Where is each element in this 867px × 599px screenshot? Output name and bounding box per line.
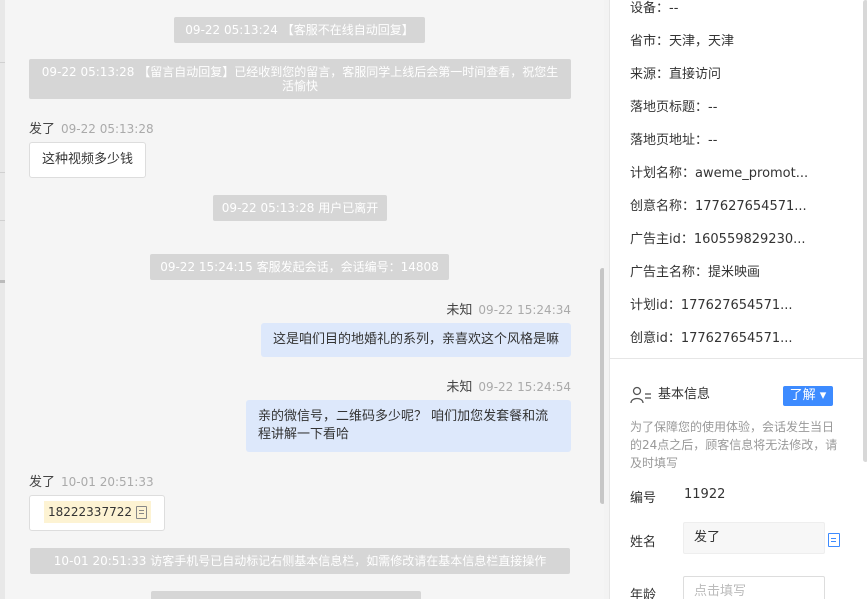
copy-icon[interactable] (135, 506, 147, 519)
age-input[interactable]: 点击填写 (683, 576, 825, 599)
system-message-phone-marked: 10-01 20:51:33 访客手机号已自动标记右侧基本信息栏，如需修改请在基… (30, 548, 570, 574)
system-message-session-start: 09-22 15:24:15 客服发起会话，会话编号：14808 (150, 254, 449, 280)
phone-number-text: 18222337722 (48, 505, 132, 519)
sender-name: 发了 (29, 122, 56, 137)
outgoing-message-bubble: 这是咱们目的地婚礼的系列，亲喜欢这个风格是嘛 (261, 323, 571, 357)
customer-info-panel: 设备：-- 省市：天津，天津 来源：直接访问 落地页标题：-- 落地页地址：--… (609, 0, 867, 599)
incoming-message-bubble: 这种视频多少钱 (29, 142, 147, 178)
edit-notice: 为了保障您的使用体验，会话发生当日的24点之后，顾客信息将无法修改，请及时填写 (630, 420, 838, 470)
info-landing-title: 落地页标题：-- (630, 100, 718, 115)
message-time: 10-01 20:51:33 (61, 475, 154, 489)
panel-scrollbar[interactable] (863, 0, 867, 462)
phone-number[interactable]: 18222337722 (44, 501, 151, 523)
system-message-auto-reply: 09-22 05:13:28 【留言自动回复】已经收到您的留言，客服同学上线后会… (29, 59, 571, 99)
system-message-partial (151, 591, 421, 599)
info-plan-id: 计划id：177627654571... (630, 298, 793, 313)
basic-info-header: 基本信息 (630, 384, 710, 406)
copy-document-icon[interactable] (828, 533, 840, 547)
info-province-city: 省市：天津，天津 (630, 34, 735, 49)
chat-scrollbar[interactable] (600, 268, 604, 504)
name-label: 姓名 (630, 535, 657, 550)
info-advertiser-name: 广告主名称：提米映画 (630, 265, 761, 280)
basic-info-title: 基本信息 (658, 387, 711, 402)
id-label: 编号 (630, 491, 657, 506)
info-creative-id: 创意id：177627654571... (630, 331, 793, 346)
learn-more-button[interactable]: 了解 ▾ (783, 386, 833, 406)
name-field[interactable]: 发了 (683, 522, 825, 554)
person-list-icon (630, 386, 651, 403)
chat-panel: 09-22 05:13:24 【客服不在线自动回复】 09-22 05:13:2… (5, 0, 604, 599)
outgoing-message-bubble: 亲的微信号，二维码多少呢？ 咱们加您发套餐和流程讲解一下看哈 (246, 400, 571, 452)
sender-name: 未知 (446, 380, 473, 395)
info-landing-url: 落地页地址：-- (630, 133, 718, 148)
info-creative-name: 创意名称：177627654571... (630, 199, 807, 214)
message-meta: 发了 09-22 05:13:28 (29, 118, 154, 137)
info-advertiser-id: 广告主id：160559829230... (630, 232, 806, 247)
system-message-offline: 09-22 05:13:24 【客服不在线自动回复】 (174, 17, 425, 43)
message-time: 09-22 15:24:34 (478, 303, 571, 317)
info-source: 来源：直接访问 (630, 67, 722, 82)
system-message-user-left: 09-22 05:13:28 用户已离开 (213, 195, 387, 221)
message-time: 09-22 15:24:54 (478, 380, 571, 394)
sender-name: 发了 (29, 475, 56, 490)
sender-name: 未知 (446, 303, 473, 318)
info-device: 设备：-- (630, 1, 679, 16)
info-plan-name: 计划名称：aweme_promot... (630, 166, 809, 181)
message-time: 09-22 05:13:28 (61, 122, 154, 136)
section-divider (610, 358, 867, 359)
message-meta: 未知 09-22 15:24:54 (446, 376, 571, 395)
age-label: 年龄 (630, 588, 657, 599)
message-meta: 未知 09-22 15:24:34 (446, 299, 571, 318)
id-value: 11922 (684, 487, 726, 502)
message-meta: 发了 10-01 20:51:33 (29, 471, 154, 490)
incoming-phone-bubble: 18222337722 (29, 495, 165, 531)
